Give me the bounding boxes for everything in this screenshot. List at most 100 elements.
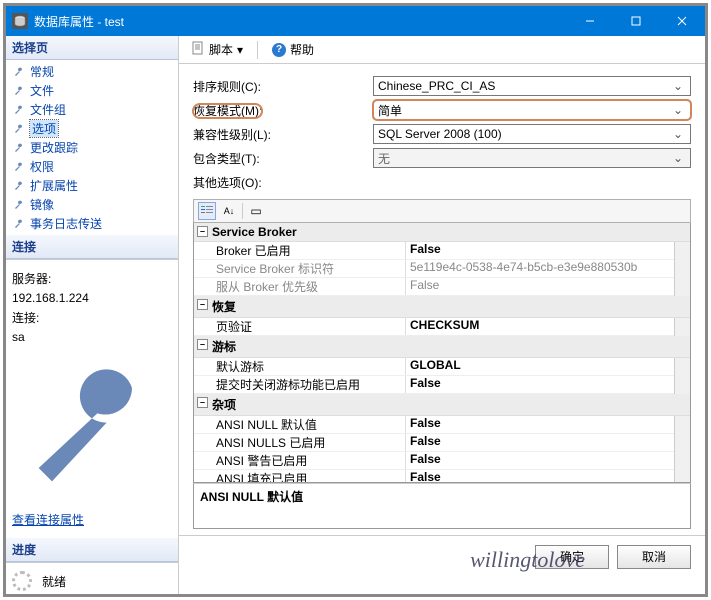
propgrid-row[interactable]: 服从 Broker 优先级False — [194, 278, 690, 296]
property-pages-button[interactable]: ▭ — [247, 202, 265, 220]
collapse-icon[interactable]: – — [197, 339, 208, 350]
window-title: 数据库属性 - test — [34, 13, 567, 30]
window-controls — [567, 6, 705, 36]
button-bar: willingtolove 确定 取消 — [179, 535, 705, 577]
prop-value: False — [406, 416, 690, 433]
sidebar-item-5[interactable]: 权限 — [6, 157, 178, 176]
titlebar: 数据库属性 - test — [6, 6, 705, 36]
propgrid-row[interactable]: Service Broker 标识符5e119e4c-0538-4e74-b5c… — [194, 260, 690, 278]
wrench-icon — [12, 160, 26, 174]
sidebar-item-label: 更改跟踪 — [30, 139, 78, 156]
propgrid-row[interactable]: 提交时关闭游标功能已启用False — [194, 376, 690, 394]
collation-label: 排序规则(C): — [193, 78, 373, 95]
prop-value: False — [406, 242, 690, 259]
sidebar-item-0[interactable]: 常规 — [6, 62, 178, 81]
other-options-label: 其他选项(O): — [193, 174, 691, 191]
wrench-icon — [12, 65, 26, 79]
script-icon — [191, 41, 205, 58]
wrench-icon — [12, 497, 172, 511]
dialog-window: 数据库属性 - test 选择页 常规文件文件组选项更改跟踪权限扩展属性镜像事务… — [3, 3, 708, 597]
sidebar-item-7[interactable]: 镜像 — [6, 195, 178, 214]
propgrid-toolbar: A↓ ▭ — [193, 199, 691, 223]
sidebar-item-label: 权限 — [30, 158, 54, 175]
sidebar-item-2[interactable]: 文件组 — [6, 100, 178, 119]
sidebar-item-label: 镜像 — [30, 196, 54, 213]
right-column: 脚本 ▾ ? 帮助 排序规则(C): Chinese_PRC_CI_AS⌄ 恢复… — [179, 36, 705, 594]
propgrid-category[interactable]: –Service Broker — [194, 223, 690, 242]
propgrid-row[interactable]: 页验证CHECKSUM — [194, 318, 690, 336]
collapse-icon[interactable]: – — [197, 299, 208, 310]
connection-panel: 服务器: 192.168.1.224 连接: sa 查看连接属性 — [6, 259, 178, 538]
wrench-icon — [12, 84, 26, 98]
collapse-icon[interactable]: – — [197, 226, 208, 237]
minimize-button[interactable] — [567, 6, 613, 36]
collapse-icon[interactable]: – — [197, 397, 208, 408]
progress-panel: 就绪 — [6, 562, 178, 594]
propgrid-category[interactable]: –杂项 — [194, 394, 690, 416]
propgrid-row[interactable]: ANSI NULL 默认值False — [194, 416, 690, 434]
sidebar-item-6[interactable]: 扩展属性 — [6, 176, 178, 195]
compat-combo[interactable]: SQL Server 2008 (100)⌄ — [373, 124, 691, 144]
prop-value: CHECKSUM — [406, 318, 690, 335]
sidebar-item-8[interactable]: 事务日志传送 — [6, 214, 178, 233]
sidebar-item-1[interactable]: 文件 — [6, 81, 178, 100]
categorized-button[interactable] — [198, 202, 216, 220]
prop-key: ANSI NULL 默认值 — [194, 416, 406, 433]
prop-value: False — [406, 434, 690, 451]
chevron-down-icon: ▾ — [237, 43, 243, 57]
propgrid-category[interactable]: –恢复 — [194, 296, 690, 318]
compat-label: 兼容性级别(L): — [193, 126, 373, 143]
close-button[interactable] — [659, 6, 705, 36]
propgrid-category[interactable]: –游标 — [194, 336, 690, 358]
sidebar-item-3[interactable]: 选项 — [6, 119, 178, 138]
alphabetical-button[interactable]: A↓ — [220, 202, 238, 220]
recovery-label: 恢复模式(M): — [193, 104, 262, 118]
ok-button[interactable]: 确定 — [535, 545, 609, 569]
prop-key: ANSI 警告已启用 — [194, 452, 406, 469]
progress-spinner-icon — [12, 571, 32, 591]
prop-key: Broker 已启用 — [194, 242, 406, 259]
form-area: 排序规则(C): Chinese_PRC_CI_AS⌄ 恢复模式(M): 简单⌄… — [179, 64, 705, 195]
view-connection-link[interactable]: 查看连接属性 — [12, 513, 84, 527]
prop-value: GLOBAL — [406, 358, 690, 375]
connection-header: 连接 — [6, 235, 178, 259]
prop-key: 默认游标 — [194, 358, 406, 375]
prop-key: Service Broker 标识符 — [194, 260, 406, 277]
conn-label: 连接: — [12, 309, 172, 326]
prop-key: ANSI NULLS 已启用 — [194, 434, 406, 451]
help-button[interactable]: ? 帮助 — [268, 39, 318, 60]
view-connection-props[interactable]: 查看连接属性 — [12, 348, 172, 528]
propgrid-row[interactable]: ANSI NULLS 已启用False — [194, 434, 690, 452]
property-grid[interactable]: –Service BrokerBroker 已启用FalseService Br… — [193, 223, 691, 483]
wrench-icon — [12, 122, 26, 136]
help-icon: ? — [272, 43, 286, 57]
propgrid-row[interactable]: ANSI 填充已启用False — [194, 470, 690, 483]
sidebar-item-label: 选项 — [30, 120, 58, 137]
sidebar-item-4[interactable]: 更改跟踪 — [6, 138, 178, 157]
wrench-icon — [12, 198, 26, 212]
recovery-combo[interactable]: 简单⌄ — [373, 100, 691, 120]
prop-key: ANSI 填充已启用 — [194, 470, 406, 483]
script-button[interactable]: 脚本 ▾ — [187, 39, 247, 60]
cancel-button[interactable]: 取消 — [617, 545, 691, 569]
chevron-down-icon: ⌄ — [670, 79, 686, 93]
containment-row: 包含类型(T): 无⌄ — [193, 146, 691, 170]
prop-key: 页验证 — [194, 318, 406, 335]
dialog-body: 选择页 常规文件文件组选项更改跟踪权限扩展属性镜像事务日志传送 连接 服务器: … — [6, 36, 705, 594]
propgrid-row[interactable]: 默认游标GLOBAL — [194, 358, 690, 376]
sidebar-item-label: 文件 — [30, 82, 54, 99]
collation-combo[interactable]: Chinese_PRC_CI_AS⌄ — [373, 76, 691, 96]
containment-combo: 无⌄ — [373, 148, 691, 168]
page-nav-list: 常规文件文件组选项更改跟踪权限扩展属性镜像事务日志传送 — [6, 60, 178, 235]
database-icon — [12, 13, 28, 29]
prop-key: 服从 Broker 优先级 — [194, 278, 406, 295]
wrench-icon — [12, 217, 26, 231]
conn-value: sa — [12, 330, 172, 344]
prop-value: False — [406, 470, 690, 483]
propgrid-row[interactable]: ANSI 警告已启用False — [194, 452, 690, 470]
wrench-icon — [12, 103, 26, 117]
propgrid-row[interactable]: Broker 已启用False — [194, 242, 690, 260]
prop-value: False — [406, 376, 690, 393]
prop-value: False — [406, 452, 690, 469]
maximize-button[interactable] — [613, 6, 659, 36]
